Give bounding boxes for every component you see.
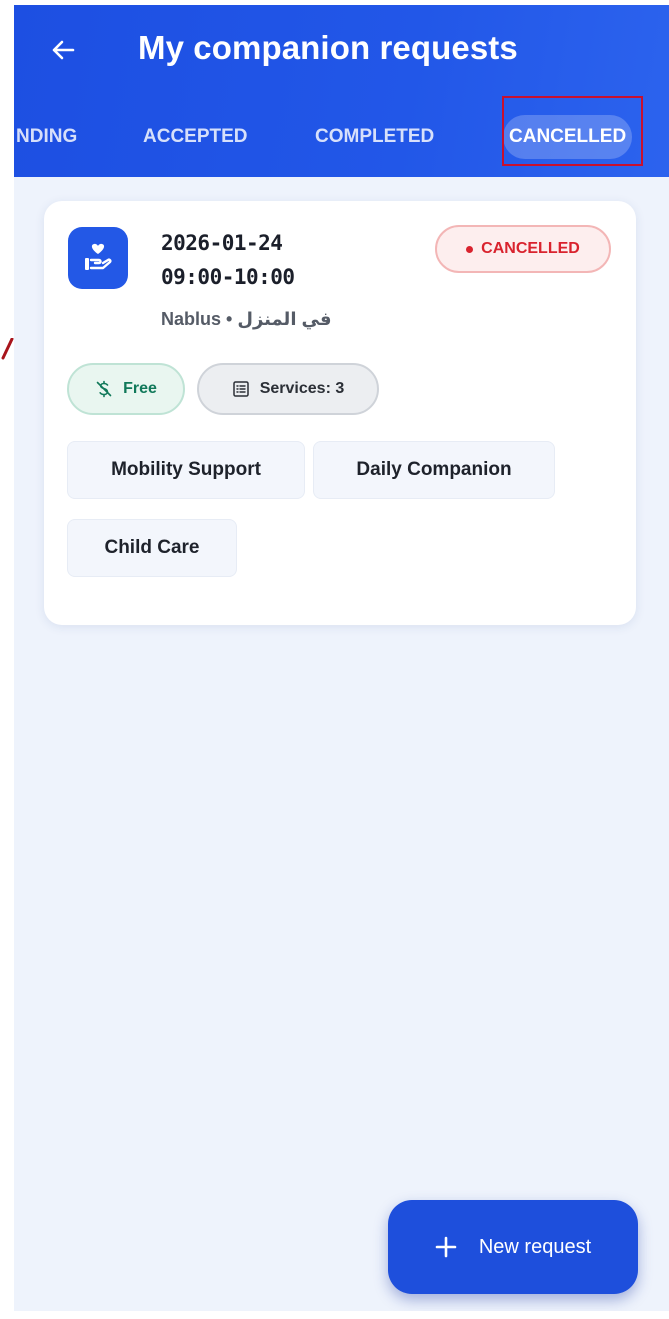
tab-pending[interactable]: NDING (16, 115, 77, 159)
tab-accepted[interactable]: ACCEPTED (143, 115, 248, 159)
tab-completed[interactable]: COMPLETED (315, 115, 434, 159)
status-tabs: NDING ACCEPTED COMPLETED CANCELLED (14, 105, 669, 167)
service-tag: Mobility Support (67, 441, 305, 499)
service-tag: Child Care (67, 519, 237, 577)
arrow-left-icon (52, 40, 75, 60)
list-icon (232, 381, 249, 397)
app-bar: My companion requests NDING ACCEPTED COM… (14, 5, 669, 177)
new-request-label: New request (478, 1235, 592, 1258)
tab-cancelled[interactable]: CANCELLED (503, 115, 633, 159)
request-date: 2026-01-24 (161, 231, 283, 255)
app-screen: My companion requests NDING ACCEPTED COM… (14, 5, 669, 1311)
red-arrow-fragment-icon (1, 338, 14, 360)
request-card[interactable]: 2026-01-24 09:00-10:00 Nablus • في المنز… (44, 201, 636, 625)
services-count-label: Services: 3 (259, 380, 345, 397)
page-title: My companion requests (138, 29, 518, 66)
back-button[interactable] (46, 33, 80, 67)
service-avatar (68, 227, 128, 289)
hand-heart-icon (85, 243, 112, 270)
status-label: CANCELLED (481, 240, 580, 257)
services-count-chip: Services: 3 (197, 363, 379, 415)
request-time: 09:00-10:00 (161, 265, 295, 289)
no-dollar-icon (96, 380, 112, 398)
status-badge: CANCELLED (435, 225, 611, 273)
price-label: Free (123, 380, 157, 397)
status-dot-icon (466, 245, 474, 253)
plus-icon (435, 1236, 457, 1258)
new-request-button[interactable]: New request (388, 1200, 638, 1294)
service-tag: Daily Companion (313, 441, 555, 499)
request-location: Nablus • في المنزل (161, 309, 332, 329)
price-chip: Free (67, 363, 185, 415)
